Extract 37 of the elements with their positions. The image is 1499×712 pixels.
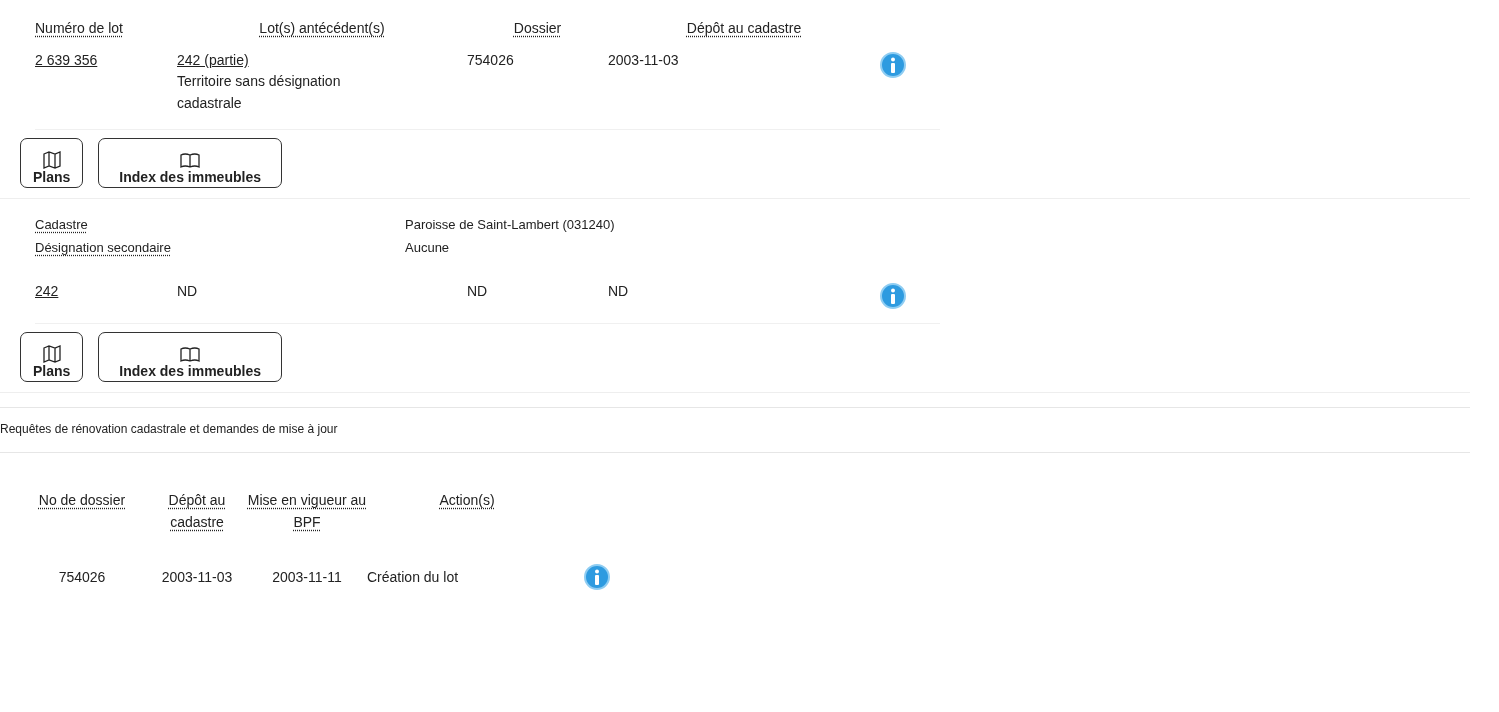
plans-button[interactable]: Plans — [20, 137, 84, 188]
info-icon[interactable] — [880, 282, 906, 309]
dossier-value: 754026 — [467, 52, 514, 68]
column-header[interactable]: Lot(s) antécédent(s) — [259, 20, 385, 36]
map-icon — [42, 344, 61, 363]
table-cell: 2003-11-11 — [272, 568, 342, 585]
field-value: Aucune — [405, 239, 451, 255]
info-icon[interactable] — [880, 52, 906, 78]
column-header[interactable]: Mise en vigueur au BPF — [247, 488, 367, 534]
book-icon — [180, 346, 201, 363]
deposit-date: 2003-11-03 — [608, 52, 679, 68]
table-cell: ND — [177, 282, 198, 299]
table-cell: ND — [608, 282, 629, 299]
index-button[interactable]: Index des immeubles — [98, 137, 282, 188]
column-header[interactable]: Dépôt au cadastre — [686, 20, 802, 36]
field-value: Paroisse de Saint-Lambert (031240) — [405, 216, 616, 232]
lot-number-link[interactable]: 242 — [35, 282, 59, 299]
column-header[interactable]: Action(s) — [439, 488, 495, 512]
info-icon[interactable] — [584, 563, 610, 590]
column-header[interactable]: Dossier — [513, 20, 562, 36]
column-header[interactable]: Numéro de lot — [35, 20, 123, 36]
antecedent-note: Territoire sans désignation cadastrale — [177, 72, 342, 114]
index-button[interactable]: Index des immeubles — [98, 331, 282, 382]
map-icon — [42, 150, 61, 169]
antecedent-link[interactable]: 242 (partie) — [177, 52, 249, 68]
table-cell: 754026 — [58, 568, 106, 585]
column-header[interactable]: Dépôt au cadastre — [147, 488, 247, 534]
lot-number-link[interactable]: 2 639 356 — [35, 52, 98, 68]
plans-button[interactable]: Plans — [20, 331, 84, 382]
table-cell: Création du lot — [367, 568, 459, 585]
field-label: Cadastre — [35, 216, 88, 232]
book-icon — [180, 152, 201, 169]
section-title: Requêtes de rénovation cadastrale et demandes de mise à jour — [0, 421, 339, 436]
table-cell: ND — [467, 282, 488, 299]
column-header[interactable]: No de dossier — [38, 488, 126, 512]
field-label: Désignation secondaire — [35, 239, 171, 255]
table-cell: 2003-11-03 — [161, 568, 233, 585]
